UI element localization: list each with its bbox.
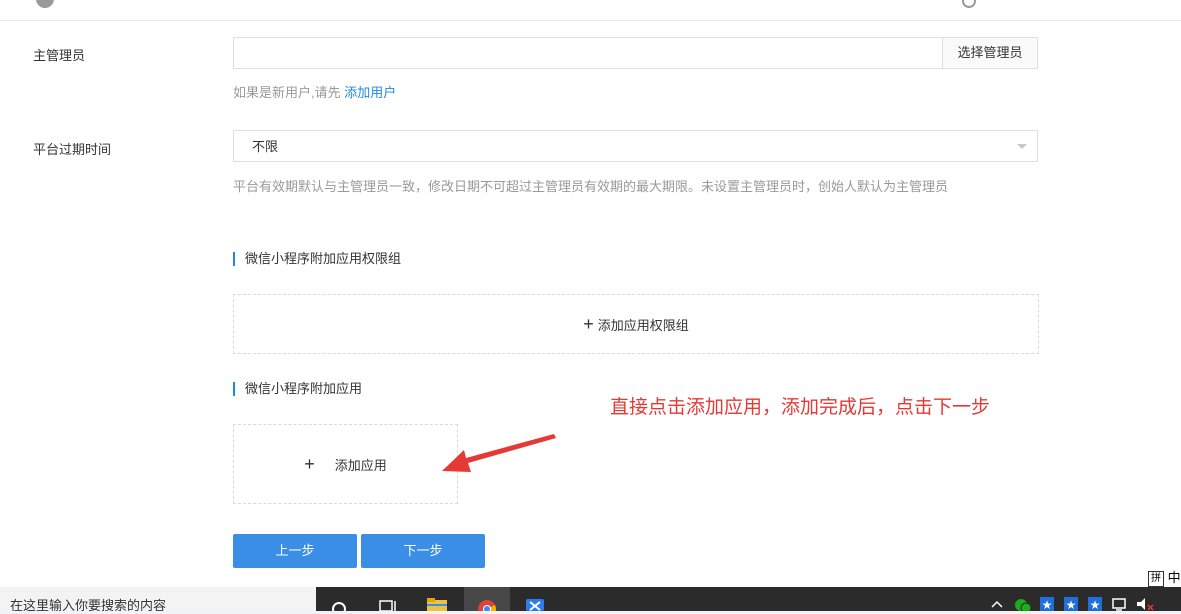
add-app-button[interactable]: + 添加应用 <box>233 424 458 504</box>
expire-label: 平台过期时间 <box>33 142 112 157</box>
add-perm-group-button[interactable]: + 添加应用权限组 <box>233 294 1039 354</box>
wechat-icon[interactable] <box>1014 597 1032 614</box>
expire-select[interactable]: 不限 <box>233 130 1038 162</box>
select-admin-button[interactable]: 选择管理员 <box>942 38 1037 68</box>
star-icon[interactable]: ★ <box>1088 597 1102 614</box>
avatar[interactable] <box>36 0 54 8</box>
svg-text:★: ★ <box>1042 598 1053 611</box>
add-user-link[interactable]: 添加用户 <box>344 85 396 100</box>
admin-input[interactable]: 选择管理员 <box>233 37 1038 69</box>
add-app-label: 添加应用 <box>334 457 387 473</box>
annotation-arrow-icon <box>442 434 556 472</box>
next-step-button[interactable]: 下一步 <box>361 534 485 568</box>
svg-text:★: ★ <box>1066 598 1077 611</box>
perm-group-section-title: 微信小程序附加应用权限组 <box>233 252 401 266</box>
star-icon[interactable]: ★ <box>1064 597 1078 614</box>
star-icon[interactable]: ★ <box>1040 597 1054 614</box>
svg-text:★: ★ <box>1090 598 1101 611</box>
plus-icon: + <box>304 453 315 474</box>
annotation-text: 直接点击添加应用，添加完成后，点击下一步 <box>610 397 991 418</box>
expire-select-value: 不限 <box>252 139 279 154</box>
file-explorer-icon[interactable] <box>414 587 460 611</box>
taskbar-search-input[interactable]: 在这里输入你要搜索的内容 <box>0 587 316 611</box>
app-icon[interactable] <box>512 587 558 611</box>
help-icon[interactable] <box>962 0 976 8</box>
expire-hint: 平台有效期默认与主管理员一致，修改日期不可超过主管理员有效期的最大期限。未设置主… <box>233 179 949 194</box>
search-icon[interactable] <box>316 587 362 611</box>
up-arrow-icon[interactable] <box>990 597 1004 611</box>
form-card: 主管理员 选择管理员 如果是新用户,请先 添加用户 平台过期时间 不限 平台有效… <box>0 0 1181 587</box>
taskbar: 在这里输入你要搜索的内容 ★ ★ ★ <box>0 587 1181 614</box>
admin-hint: 如果是新用户,请先 添加用户 <box>233 82 396 101</box>
apps-section-title: 微信小程序附加应用 <box>233 382 362 396</box>
ime-lang: 中 <box>1167 570 1181 585</box>
ime-mode-icon: 拼 <box>1148 570 1164 587</box>
chevron-down-icon <box>1017 144 1027 149</box>
prev-step-button[interactable]: 上一步 <box>233 534 357 568</box>
ime-indicator[interactable]: 拼 中 <box>1148 567 1181 587</box>
volume-muted-icon[interactable] <box>1136 597 1154 614</box>
top-bar <box>0 0 1181 21</box>
admin-label: 主管理员 <box>33 48 86 63</box>
task-view-icon[interactable] <box>364 587 410 611</box>
add-perm-group-label: 添加应用权限组 <box>597 317 689 333</box>
admin-hint-text: 如果是新用户,请先 <box>233 85 341 100</box>
chrome-icon[interactable] <box>464 587 510 611</box>
plus-icon: + <box>583 313 594 334</box>
network-icon[interactable] <box>1112 597 1128 614</box>
